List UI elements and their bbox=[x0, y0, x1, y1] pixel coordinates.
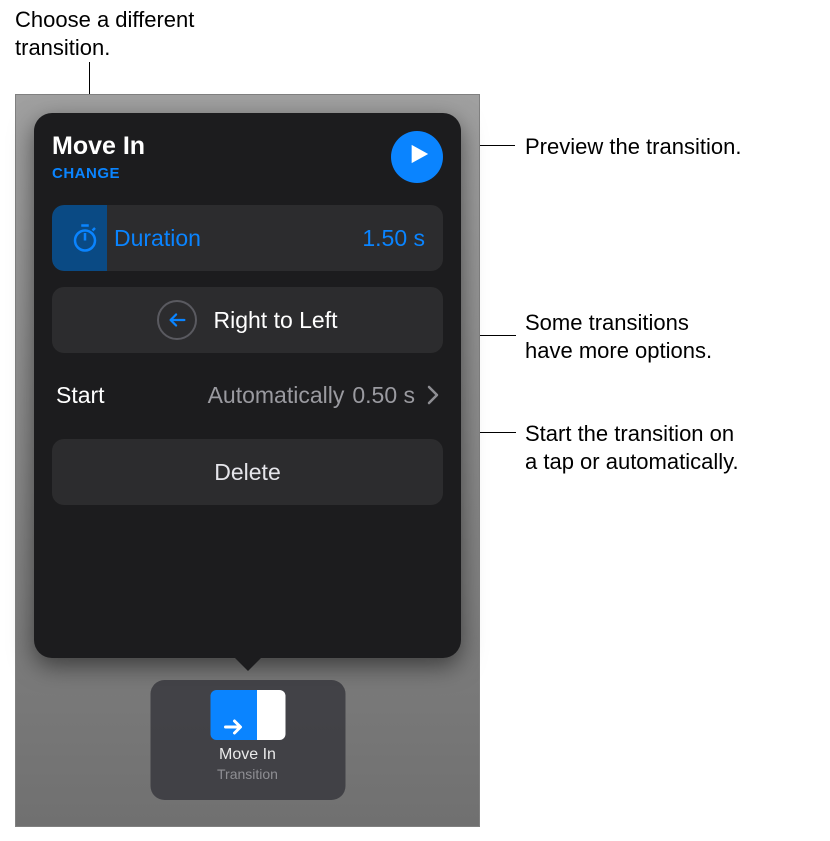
chip-subtitle: Transition bbox=[217, 766, 278, 782]
callout-start: Start the transition ona tap or automati… bbox=[525, 420, 739, 475]
popover-header: Move In CHANGE bbox=[52, 133, 443, 183]
duration-row[interactable]: Duration 1.50 s bbox=[52, 205, 443, 271]
popover-title-block: Move In CHANGE bbox=[52, 133, 145, 182]
start-row[interactable]: Start Automatically 0.50 s bbox=[52, 369, 443, 421]
callout-preview: Preview the transition. bbox=[525, 133, 741, 161]
delete-button[interactable]: Delete bbox=[52, 439, 443, 505]
direction-label: Right to Left bbox=[213, 307, 337, 334]
direction-row[interactable]: Right to Left bbox=[52, 287, 443, 353]
duration-value: 1.50 s bbox=[362, 225, 425, 252]
transition-chip[interactable]: Move In Transition bbox=[150, 680, 345, 800]
change-transition-link[interactable]: CHANGE bbox=[52, 165, 145, 182]
transition-settings-popover: Move In CHANGE bbox=[34, 113, 461, 658]
popover-title: Move In bbox=[52, 133, 145, 161]
duration-label: Duration bbox=[114, 225, 201, 252]
arrow-left-icon bbox=[157, 300, 197, 340]
transition-thumbnail bbox=[210, 690, 285, 740]
callout-options: Some transitionshave more options. bbox=[525, 309, 712, 364]
chevron-right-icon bbox=[427, 385, 439, 405]
timer-icon bbox=[70, 223, 100, 253]
play-icon bbox=[405, 143, 430, 171]
callout-change-transition: Choose a differenttransition. bbox=[15, 6, 194, 61]
start-mode-value: Automatically bbox=[208, 382, 345, 409]
start-delay-value: 0.50 s bbox=[352, 382, 415, 409]
delete-label: Delete bbox=[214, 459, 280, 486]
start-label: Start bbox=[56, 382, 105, 409]
device-frame: Move In CHANGE bbox=[15, 94, 480, 827]
chip-title: Move In bbox=[219, 746, 276, 764]
preview-play-button[interactable] bbox=[391, 131, 443, 183]
